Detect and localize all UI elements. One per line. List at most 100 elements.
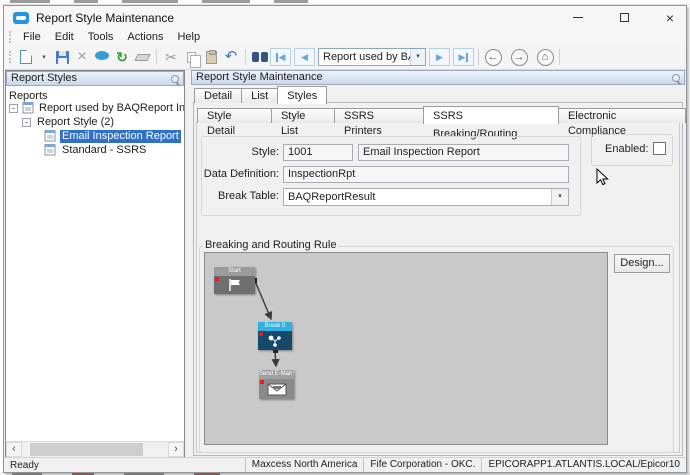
- back-button[interactable]: ←: [483, 47, 503, 67]
- new-document-icon: [20, 50, 32, 64]
- tree-horizontal-scrollbar[interactable]: ‹ ›: [6, 441, 184, 457]
- first-record-button[interactable]: ◀: [270, 48, 291, 66]
- forward-arrow-icon: →: [511, 49, 528, 66]
- collapse-expander-icon[interactable]: -: [22, 118, 31, 127]
- toolbar-grip[interactable]: [9, 51, 12, 63]
- next-record-button[interactable]: ▶: [429, 48, 450, 66]
- save-button[interactable]: [52, 47, 72, 67]
- menu-tools[interactable]: Tools: [81, 29, 121, 45]
- toolbar-separator: [156, 49, 157, 65]
- app-icon: [13, 12, 29, 24]
- title-bar[interactable]: Report Style Maintenance ×: [4, 6, 686, 29]
- cut-button[interactable]: ✂: [161, 47, 181, 67]
- last-bar-icon: [466, 53, 468, 62]
- record-selector-combo[interactable]: Report used by BAQReport Inspec ▾: [318, 48, 426, 66]
- break-network-icon: [266, 334, 284, 348]
- breakpoint-marker: [260, 380, 264, 384]
- tree-style-group-label[interactable]: Report Style (2): [37, 116, 114, 129]
- close-button[interactable]: ×: [654, 6, 686, 29]
- rule-group-label: Breaking and Routing Rule: [203, 239, 338, 251]
- background-text-fragment: [10, 0, 50, 3]
- menu-grip[interactable]: [9, 31, 12, 43]
- style-name-field[interactable]: Email Inspection Report: [358, 144, 569, 161]
- window-title: Report Style Maintenance: [36, 11, 174, 25]
- break-table-value: BAQReportResult: [284, 189, 551, 205]
- scroll-left-button[interactable]: ‹: [6, 442, 22, 457]
- menu-actions[interactable]: Actions: [120, 29, 170, 45]
- mouse-cursor: [595, 168, 613, 189]
- home-button[interactable]: ⌂: [535, 47, 555, 67]
- first-arrow-icon: ◀: [279, 52, 286, 63]
- break-table-combo[interactable]: BAQReportResult ▾: [283, 188, 569, 206]
- minimize-button[interactable]: [562, 6, 594, 29]
- copy-button[interactable]: [181, 47, 201, 67]
- status-site: Maxcess North America: [245, 458, 364, 472]
- envelope-icon: [267, 382, 287, 396]
- report-style-maintenance-panel: Report Style Maintenance Detail List Sty…: [191, 70, 685, 458]
- background-text-fragment: [274, 0, 308, 3]
- design-button[interactable]: Design...: [614, 254, 670, 273]
- start-node-label: Start: [214, 267, 255, 276]
- refresh-button[interactable]: ↻: [112, 47, 132, 67]
- forward-button[interactable]: →: [509, 47, 529, 67]
- paste-button[interactable]: [201, 47, 221, 67]
- scrollbar-thumb[interactable]: [30, 443, 143, 456]
- workflow-node-break[interactable]: Break 0: [258, 322, 292, 350]
- refresh-icon: ↻: [116, 50, 128, 64]
- enabled-checkbox[interactable]: [653, 142, 666, 155]
- clipboard-icon: [206, 51, 217, 64]
- break-table-dropdown-button[interactable]: ▾: [551, 189, 568, 205]
- workflow-node-send-email[interactable]: Send E-Mail 0: [259, 370, 294, 399]
- delete-x-icon: ×: [77, 50, 86, 64]
- minimize-icon: [573, 17, 583, 18]
- search-button[interactable]: [250, 47, 270, 67]
- menu-edit[interactable]: Edit: [48, 29, 81, 45]
- tree-item-label[interactable]: Standard - SSRS: [62, 144, 146, 157]
- background-text-fragment: [122, 0, 178, 3]
- background-text-fragment: [202, 0, 250, 3]
- comment-bubble-icon: [95, 51, 109, 60]
- tree-selected-item-label[interactable]: Email Inspection Report: [60, 130, 181, 143]
- new-dropdown-button[interactable]: ▾: [36, 47, 52, 67]
- back-arrow-icon: ←: [485, 49, 502, 66]
- delete-button[interactable]: ×: [72, 47, 92, 67]
- undo-button[interactable]: ↶: [221, 47, 241, 67]
- data-definition-field[interactable]: InspectionRpt: [283, 166, 569, 183]
- collapse-expander-icon[interactable]: -: [9, 104, 18, 113]
- search-magnifier-icon[interactable]: [170, 74, 180, 84]
- combo-dropdown-button[interactable]: ▾: [410, 49, 425, 65]
- scroll-right-button[interactable]: ›: [168, 442, 184, 457]
- breaking-routing-canvas[interactable]: Start Break 0: [204, 252, 608, 445]
- status-bar: Ready Maxcess North America Fife Corpora…: [4, 457, 686, 472]
- left-panel-title: Report Styles: [11, 72, 77, 84]
- enabled-label: Enabled:: [605, 143, 648, 155]
- left-panel-header: Report Styles: [6, 71, 184, 86]
- last-record-button[interactable]: ▶: [453, 48, 474, 66]
- menu-help[interactable]: Help: [170, 29, 207, 45]
- report-style-icon: [44, 144, 57, 156]
- report-style-maintenance-window: Report Style Maintenance × File Edit Too…: [3, 5, 687, 473]
- break-node-label: Break 0: [258, 322, 292, 331]
- data-definition-label: Data Definition:: [199, 166, 279, 183]
- status-server: EPICORAPP1.ATLANTIS.LOCAL/Epicor10: [481, 458, 686, 472]
- breakpoint-marker: [259, 332, 263, 336]
- toolbar-separator: [478, 49, 479, 65]
- scissors-icon: ✂: [165, 50, 177, 64]
- clear-button[interactable]: [132, 47, 152, 67]
- form-layer: Style: 1001 Email Inspection Report Data…: [191, 70, 685, 458]
- combo-arrow-icon: ▾: [416, 53, 420, 60]
- screen: Report Style Maintenance × File Edit Too…: [0, 0, 690, 475]
- style-number-field[interactable]: 1001: [283, 144, 353, 161]
- toolbar-separator: [559, 49, 560, 65]
- tree-report-label[interactable]: Report used by BAQReport Inspecti: [39, 102, 184, 115]
- menu-file[interactable]: File: [16, 29, 48, 45]
- binoculars-icon: [252, 52, 268, 62]
- maximize-button[interactable]: [608, 6, 640, 29]
- dropdown-arrow-icon: ▾: [40, 53, 48, 61]
- flag-icon: [227, 278, 243, 292]
- previous-record-button[interactable]: ◀: [294, 48, 315, 66]
- memo-button[interactable]: [92, 47, 112, 67]
- next-arrow-icon: ▶: [436, 52, 443, 63]
- workflow-node-start[interactable]: Start: [214, 267, 255, 294]
- new-button[interactable]: [16, 47, 36, 67]
